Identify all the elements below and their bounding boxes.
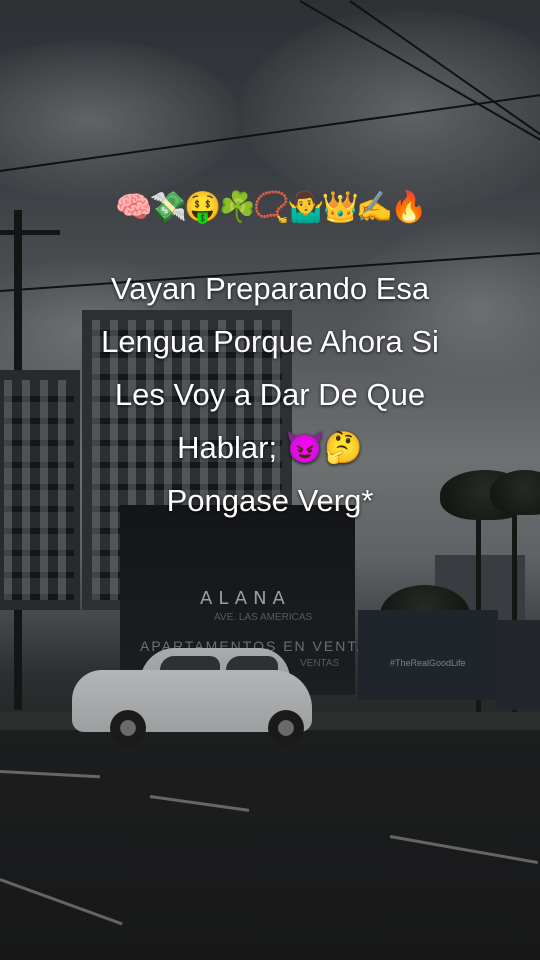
caption-line-3: Les Voy a Dar De Que [114, 377, 426, 412]
background-photo: ALANA AVE. LAS AMERICAS APARTAMENTOS EN … [0, 0, 540, 960]
caption-line-2: Lengua Porque Ahora Si [101, 324, 439, 359]
caption-line-1: Vayan Preparando Esa [110, 271, 430, 306]
caption-text: Vayan Preparando Esa Lengua Porque Ahora… [30, 262, 510, 527]
caption-line-4: Hablar; 😈🤔 [177, 430, 363, 465]
caption-line-5: Pongase Verg* [166, 483, 374, 518]
emoji-line: 🧠💸🤑☘️📿🤷‍♂️👑✍️🔥 [115, 190, 427, 225]
